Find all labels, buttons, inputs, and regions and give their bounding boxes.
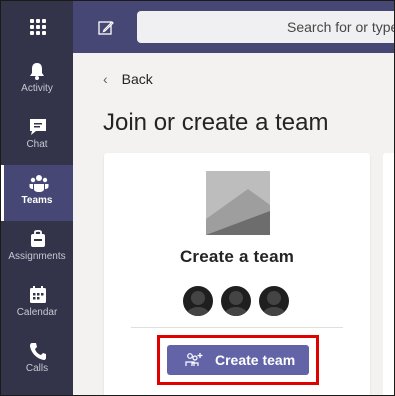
- person-icon: [262, 291, 286, 316]
- rail-item-teams[interactable]: Teams: [1, 165, 73, 221]
- compose-icon: [98, 21, 114, 35]
- back-label: Back: [121, 71, 153, 87]
- rail-item-chat[interactable]: Chat: [1, 109, 73, 165]
- rail-item-label: Assignments: [8, 251, 66, 262]
- avatar: [219, 284, 253, 318]
- search-placeholder: Search for or type: [287, 19, 395, 35]
- rail-item-activity[interactable]: Activity: [1, 53, 73, 109]
- page-title: Join or create a team: [103, 109, 329, 136]
- rail-item-label: Teams: [21, 195, 53, 206]
- divider: [131, 327, 343, 328]
- chevron-left-icon: ‹: [103, 71, 108, 87]
- rail-item-label: Calls: [25, 363, 49, 374]
- rail-item-label: Activity: [21, 83, 53, 94]
- assignments-icon: [31, 229, 45, 247]
- rail-item-calls[interactable]: Calls: [1, 333, 73, 389]
- phone-icon: [30, 343, 46, 360]
- app-rail: Activity Chat Teams Assignments Calendar…: [1, 53, 73, 395]
- highlight-box: [157, 335, 319, 385]
- rail-item-calendar[interactable]: Calendar: [1, 277, 73, 333]
- rail-item-label: Calendar: [16, 307, 58, 318]
- teams-icon: [29, 175, 49, 192]
- person-icon: [186, 291, 210, 316]
- avatar: [181, 284, 215, 318]
- top-bar: Search for or type: [1, 1, 394, 53]
- waffle-icon: [30, 19, 46, 35]
- rail-item-assignments[interactable]: Assignments: [1, 221, 73, 277]
- search-input[interactable]: Search for or type: [137, 11, 395, 43]
- rail-item-label: Chat: [26, 139, 48, 150]
- card-title: Create a team: [179, 247, 295, 266]
- teams-window: Search for or type Activity Chat Teams A…: [0, 0, 395, 396]
- app-launcher-button[interactable]: [1, 1, 73, 53]
- back-link[interactable]: ‹ Back: [103, 71, 153, 87]
- team-image-placeholder: [206, 171, 270, 235]
- avatar-group: [181, 284, 293, 318]
- chat-icon: [30, 119, 46, 135]
- avatar: [257, 284, 291, 318]
- new-chat-button[interactable]: [96, 18, 116, 38]
- join-team-card[interactable]: [383, 153, 394, 395]
- bell-icon: [30, 63, 44, 80]
- person-icon: [224, 291, 248, 316]
- calendar-icon: [30, 286, 46, 303]
